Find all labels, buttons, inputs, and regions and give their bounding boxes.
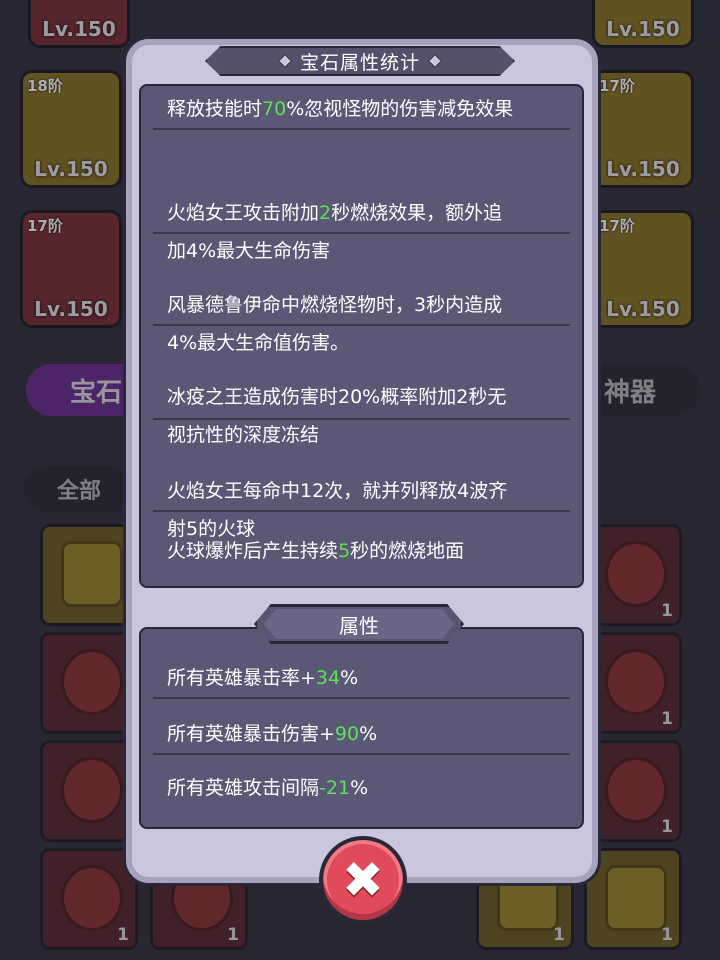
- attributes-title: 属性: [339, 613, 379, 638]
- effect-row: 冰疫之王造成伤害时20%概率附加2秒无 视抗性的深度冻结: [153, 340, 570, 446]
- attributes-panel[interactable]: 所有英雄暴击率+34% 所有英雄暴击伤害+90% 所有英雄攻击间隔-21%: [139, 627, 584, 829]
- attribute-row: 所有英雄攻击间隔-21%: [167, 777, 369, 799]
- effect-row: 火球爆炸后产生持续5秒的燃烧地面: [167, 540, 465, 562]
- close-button[interactable]: ✖: [319, 836, 407, 924]
- effect-row: 火焰女王每命中12次，就并列释放4波齐 射5的火球: [153, 434, 570, 540]
- effects-panel[interactable]: 释放技能时70%忽视怪物的伤害减免效果 火焰女王攻击附加2秒燃烧效果，额外追 加…: [139, 84, 584, 588]
- close-x-icon: ✖: [342, 851, 384, 909]
- attribute-row: 所有英雄暴击率+34%: [153, 659, 570, 699]
- modal-title: 宝石属性统计: [299, 51, 420, 74]
- effect-row: 释放技能时70%忽视怪物的伤害减免效果: [153, 90, 570, 130]
- effect-row: 火焰女王攻击附加2秒燃烧效果，额外追 加4%最大生命伤害: [153, 156, 570, 262]
- effect-row: 风暴德鲁伊命中燃烧怪物时，3秒内造成 4%最大生命值伤害。: [153, 248, 570, 354]
- attribute-row: 所有英雄暴击伤害+90%: [153, 715, 570, 755]
- attributes-title-banner: 属性: [254, 604, 464, 644]
- modal-title-banner: 宝石属性统计: [205, 46, 515, 76]
